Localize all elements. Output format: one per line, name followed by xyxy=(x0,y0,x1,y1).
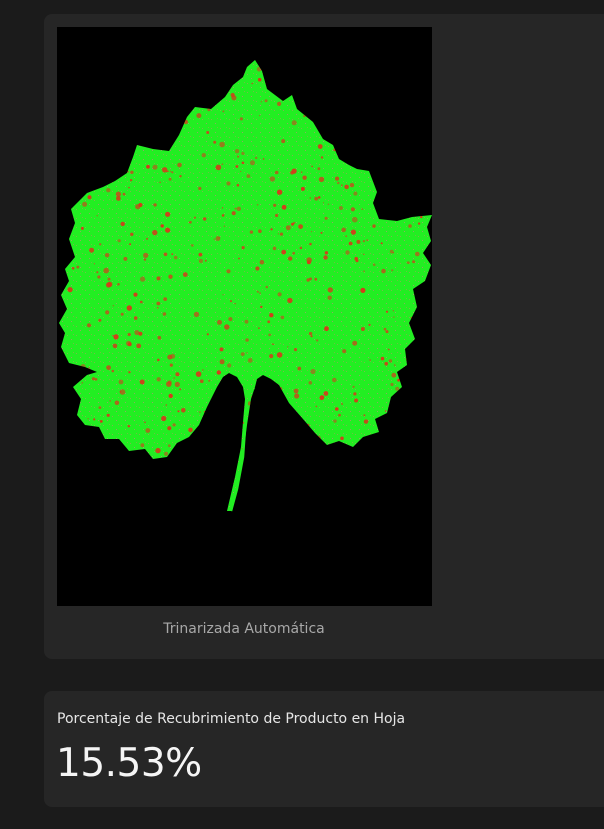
image-caption: Trinarizada Automática xyxy=(163,621,325,637)
image-card: Trinarizada Automática xyxy=(44,14,604,659)
metric-value: 15.53% xyxy=(56,741,202,786)
trinarized-leaf-image xyxy=(57,27,432,606)
leaf-image xyxy=(59,60,432,512)
metric-card: Porcentaje de Recubrimiento de Producto … xyxy=(44,691,604,807)
metric-label: Porcentaje de Recubrimiento de Producto … xyxy=(57,711,406,727)
